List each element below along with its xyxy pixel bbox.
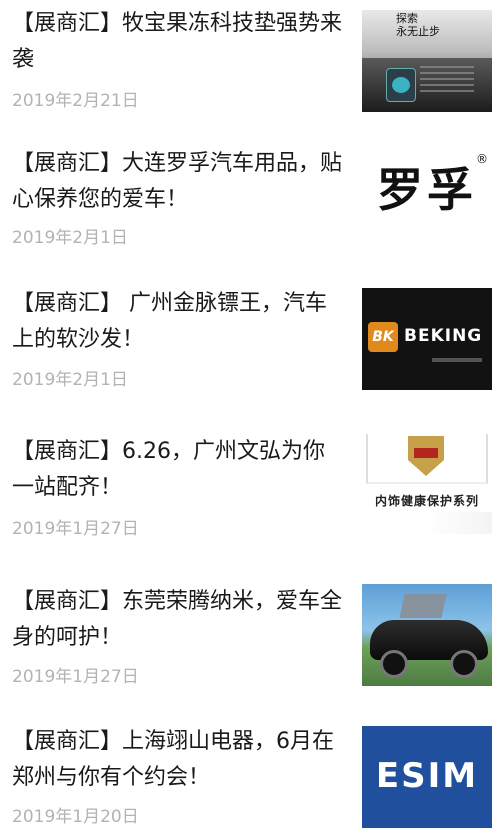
- article-title[interactable]: 【展商汇】牧宝果冻科技垫强势来袭: [12, 6, 342, 78]
- article-title[interactable]: 【展商汇】大连罗孚汽车用品，贴心保养您的爱车！: [12, 146, 342, 218]
- article-item[interactable]: 【展商汇】 广州金脉镖王，汽车上的软沙发！ 2019年2月1日 BK BEKIN…: [0, 280, 500, 402]
- article-item[interactable]: 【展商汇】6.26，广州文弘为你一站配齐！ 2019年1月27日 内饰健康保护系…: [0, 428, 500, 550]
- article-thumbnail[interactable]: 内饰健康保护系列: [362, 432, 492, 534]
- article-date: 2019年1月20日: [12, 807, 139, 827]
- article-title[interactable]: 【展商汇】东莞荣腾纳米，爱车全身的呵护！: [12, 584, 342, 656]
- article-item[interactable]: 【展商汇】牧宝果冻科技垫强势来袭 2019年2月21日 探索 永无止步: [0, 0, 500, 122]
- article-item[interactable]: 【展商汇】大连罗孚汽车用品，贴心保养您的爱车！ 2019年2月1日 罗孚 ®: [0, 140, 500, 262]
- article-date: 2019年2月1日: [12, 228, 128, 248]
- thumbnail-caption: 探索 永无止步: [396, 12, 440, 38]
- article-item[interactable]: 【展商汇】东莞荣腾纳米，爱车全身的呵护！ 2019年1月27日: [0, 578, 500, 700]
- article-thumbnail[interactable]: BK BEKING: [362, 288, 492, 390]
- thumbnail-caption: 内饰健康保护系列: [374, 494, 479, 508]
- brand-badge: BK: [368, 322, 398, 352]
- brand-name: BEKING: [404, 326, 483, 346]
- article-thumbnail[interactable]: ESIM: [362, 726, 492, 828]
- article-title[interactable]: 【展商汇】6.26，广州文弘为你一站配齐！: [12, 434, 342, 506]
- article-thumbnail[interactable]: 探索 永无止步: [362, 10, 492, 112]
- article-thumbnail[interactable]: 罗孚 ®: [362, 146, 492, 248]
- article-date: 2019年1月27日: [12, 667, 139, 687]
- article-title[interactable]: 【展商汇】上海翊山电器，6月在郑州与你有个约会！: [12, 724, 342, 796]
- brand-logo: ESIM: [375, 756, 479, 796]
- article-date: 2019年1月27日: [12, 519, 139, 539]
- article-item[interactable]: 【展商汇】上海翊山电器，6月在郑州与你有个约会！ 2019年1月20日 ESIM: [0, 718, 500, 835]
- article-title[interactable]: 【展商汇】 广州金脉镖王，汽车上的软沙发！: [12, 286, 342, 358]
- article-thumbnail[interactable]: [362, 584, 492, 686]
- brand-logo: 罗孚: [377, 163, 477, 217]
- registered-mark: ®: [476, 152, 488, 166]
- article-date: 2019年2月1日: [12, 370, 128, 390]
- article-date: 2019年2月21日: [12, 91, 139, 111]
- product-jar-image: [386, 68, 416, 102]
